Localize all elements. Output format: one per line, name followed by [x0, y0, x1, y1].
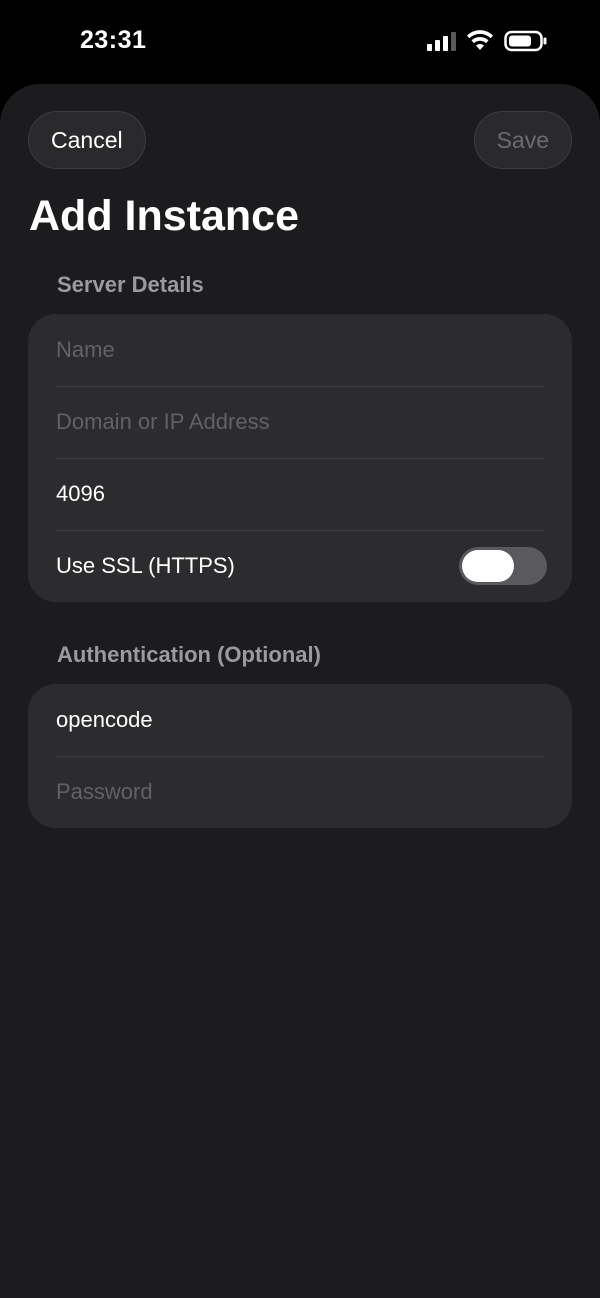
domain-placeholder: Domain or IP Address — [56, 409, 270, 434]
page-title: Add Instance — [29, 192, 299, 240]
cellular-signal-icon — [427, 31, 456, 51]
username-field[interactable]: opencode — [28, 684, 572, 756]
authentication-header: Authentication (Optional) — [57, 642, 321, 667]
ssl-row: Use SSL (HTTPS) — [28, 530, 572, 602]
status-time: 23:31 — [80, 26, 147, 54]
add-instance-sheet: Cancel Save Add Instance Server Details … — [0, 84, 600, 1298]
status-bar: 23:31 — [0, 0, 600, 84]
authentication-group: opencode Password — [28, 684, 572, 828]
battery-icon — [504, 30, 547, 52]
cancel-button[interactable]: Cancel — [28, 111, 146, 169]
status-icons — [427, 30, 548, 52]
port-value: 4096 — [56, 481, 105, 506]
ssl-label: Use SSL (HTTPS) — [56, 553, 235, 578]
name-placeholder: Name — [56, 337, 115, 362]
password-placeholder: Password — [56, 779, 153, 804]
save-button[interactable]: Save — [473, 111, 572, 169]
wifi-icon — [467, 30, 493, 50]
server-details-header: Server Details — [57, 272, 204, 297]
password-field[interactable]: Password — [28, 756, 572, 828]
username-value: opencode — [56, 707, 153, 732]
ssl-toggle-knob — [462, 550, 514, 582]
name-field[interactable]: Name — [28, 314, 572, 386]
domain-field[interactable]: Domain or IP Address — [28, 386, 572, 458]
ssl-toggle[interactable] — [459, 547, 547, 585]
port-field[interactable]: 4096 — [28, 458, 572, 530]
server-details-group: Name Domain or IP Address 4096 Use SSL (… — [28, 314, 572, 602]
